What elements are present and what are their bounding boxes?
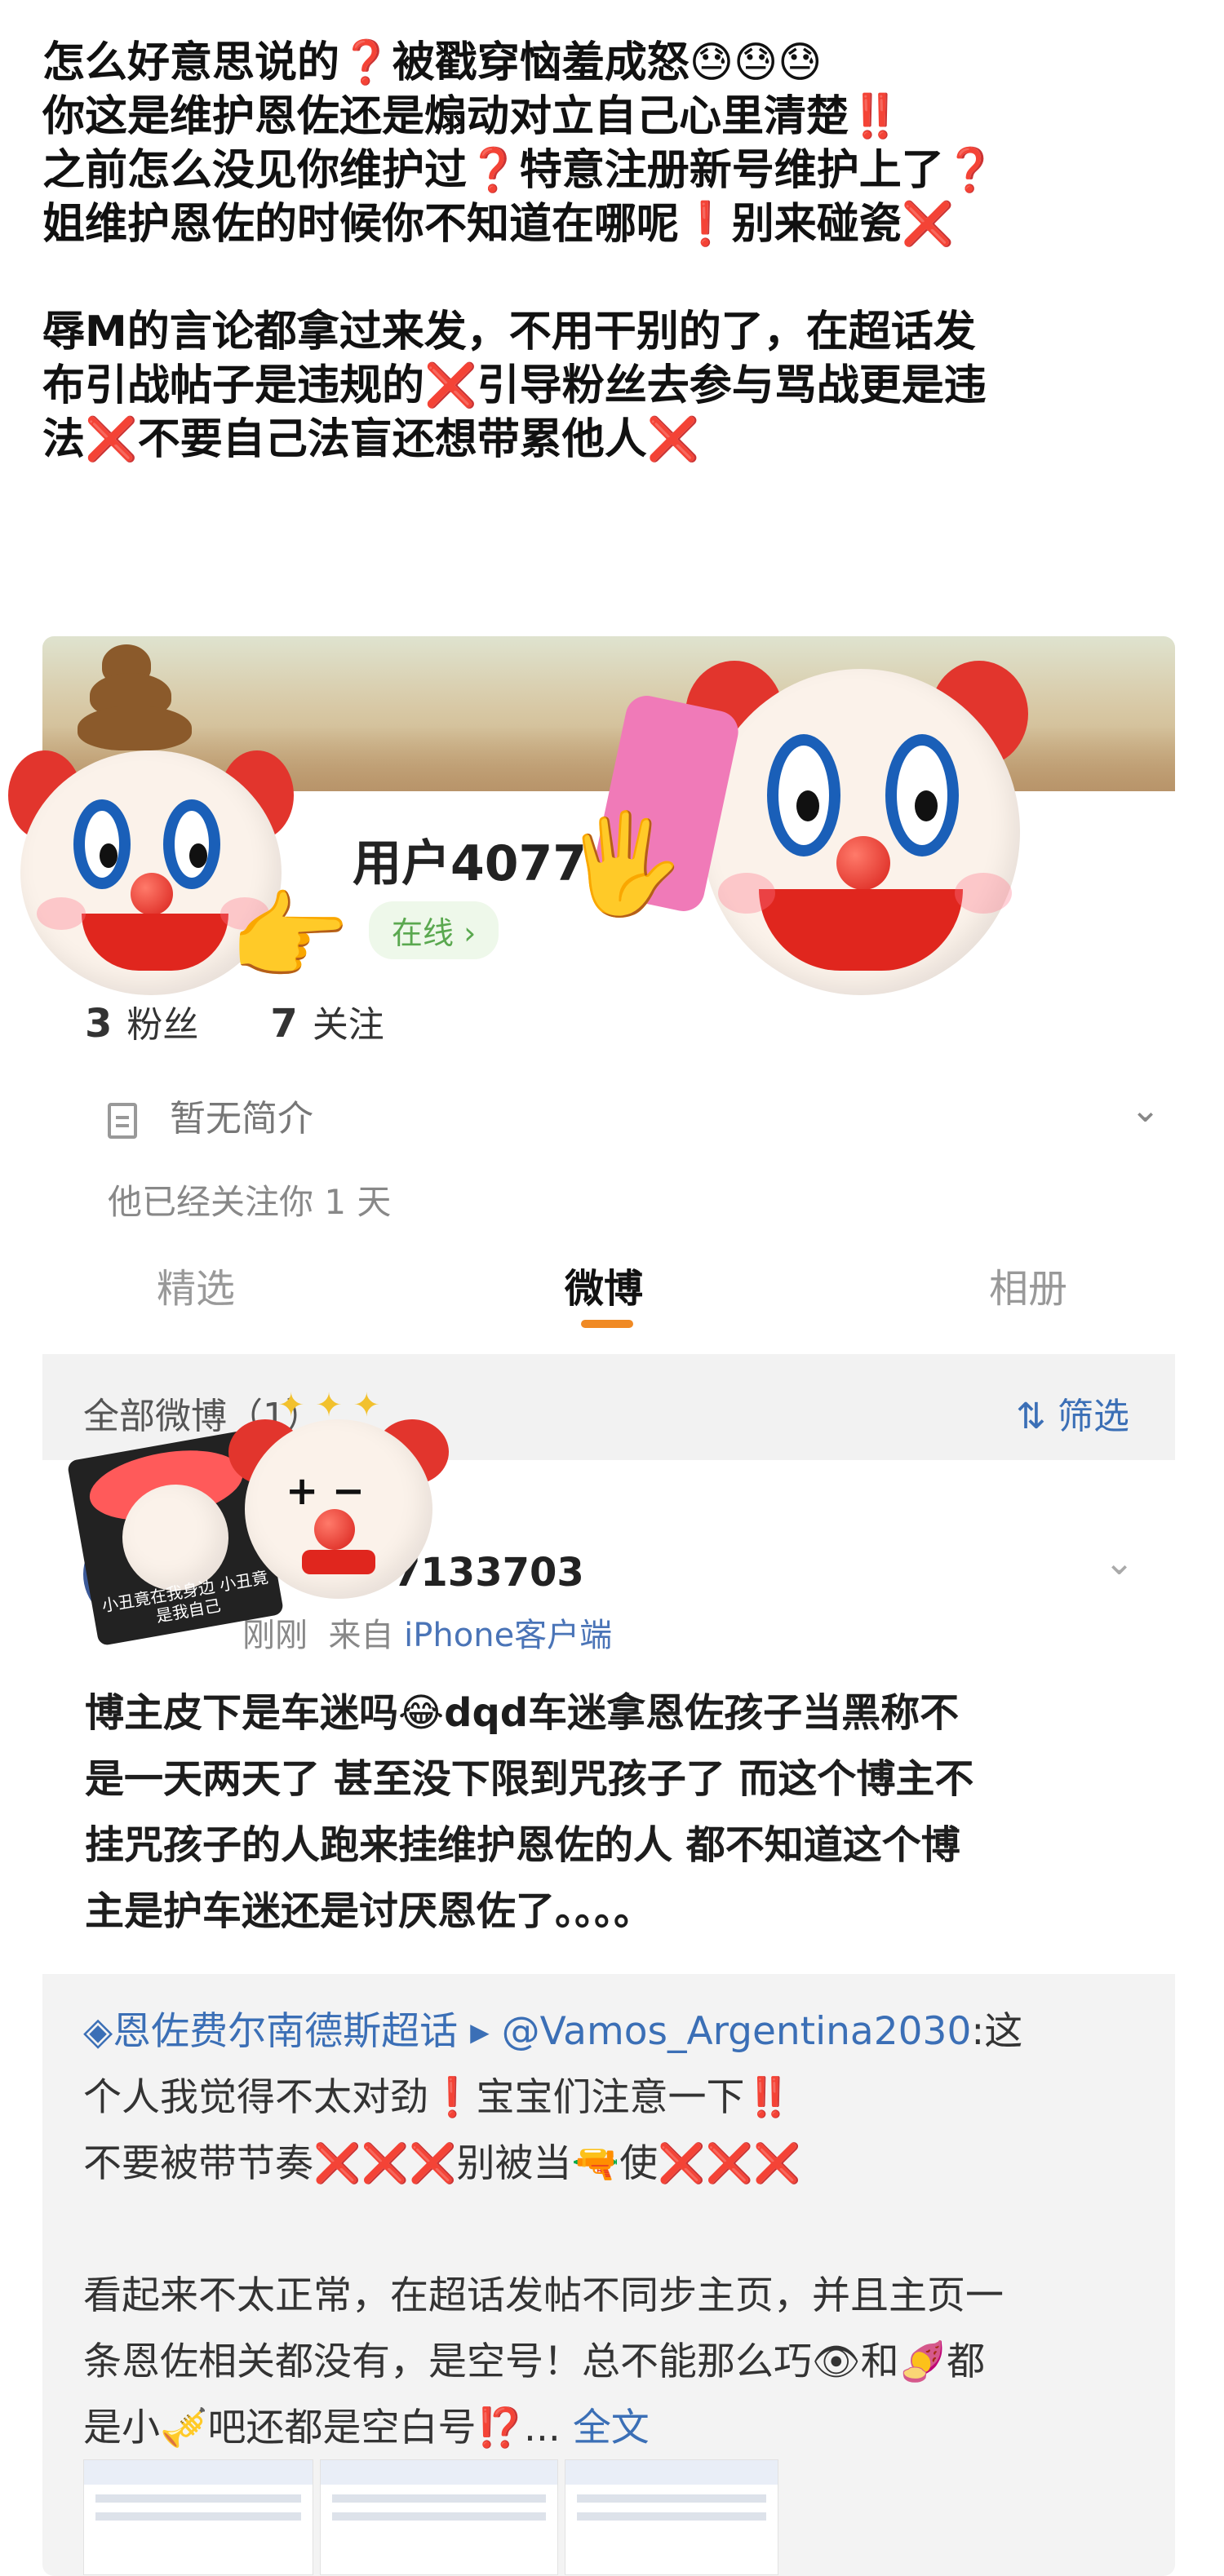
caption-line-3: 之前怎么没见你维护过❓特意注册新号维护上了❓ [42,146,997,195]
post-meta: 刚刚 来自 iPhone客户端 [242,1609,612,1656]
pointing-hand-icon: 👉 [228,881,351,994]
bio-row[interactable]: 暂无简介 ⌄ [108,1089,1160,1141]
caption-line-6: 布引战帖子是违规的❌引导粉丝去参与骂战更是违 [42,361,987,410]
repost-text: ◈恩佐费尔南德斯超话 ▸ @Vamos_Argentina2030:这 个人我觉… [83,1998,1144,2461]
repost-line-2: 个人我觉得不太对劲❗宝宝们注意一下‼️ [83,2075,793,2120]
profile-tabs: 精选 微博 相册 [42,1256,1175,1330]
repost-line-3: 不要被带节奏❌❌❌别被当🔫使❌❌❌ [83,2141,801,2186]
document-icon [108,1103,137,1139]
thumbnail-image[interactable] [320,2459,558,2575]
post-source[interactable]: iPhone客户端 [404,1617,612,1654]
repost-line-5: 条恩佐相关都没有，是空号！总不能那么巧👁和🍠都 [83,2339,986,2384]
caption-line-4: 姐维护恩佐的时候你不知道在哪呢❗别来碰瓷❌ [42,200,955,249]
thumbnail-image[interactable] [83,2459,313,2575]
dizzy-clown-sticker: + − ✦ ✦ ✦ [228,1387,457,1607]
supertopic-link[interactable]: 恩佐费尔南德斯超话 [113,2009,458,2054]
online-status-button[interactable]: 在线 › [369,901,499,959]
caption-line-1: 怎么好意思说的❓被戳穿恼羞成怒😓😓😓 [42,38,823,87]
post-from-prefix: 来自 [328,1617,394,1654]
chevron-down-icon[interactable]: ⌄ [1104,1542,1134,1583]
post-line-1: 博主皮下是车迷吗😂dqd车迷拿恩佐孩子当黑称不 [85,1690,960,1736]
repost-line-6: 是小🎺吧还都是空白号⁉️... 全文 [83,2406,650,2450]
waving-hand-icon: 🖐 [563,808,685,921]
active-tab-indicator [581,1320,633,1328]
tab-featured[interactable]: 精选 [157,1256,235,1313]
profile-username: 用户4077 [353,835,587,892]
mention-link[interactable]: @Vamos_Argentina2030 [502,2009,972,2054]
supertopic-icon: ◈ [83,2009,113,2054]
caption-text: 怎么好意思说的❓被戳穿恼羞成怒😓😓😓 你这是维护恩佐还是煽动对立自己心里清楚‼️… [42,36,1193,467]
tab-album[interactable]: 相册 [989,1256,1067,1313]
caption-line-5: 辱M的言论都拿过来发，不用干别的了，在超话发 [42,308,976,356]
post-time: 刚刚 [242,1617,308,1654]
caption-gap [42,251,1193,305]
post-line-2: 是一天两天了 甚至没下限到咒孩子了 而这个博主不 [85,1756,974,1802]
bio-text: 暂无简介 [170,1098,313,1140]
thumbnail-image[interactable] [565,2459,778,2575]
repost-line-4: 看起来不太正常，在超话发帖不同步主页，并且主页一 [83,2273,1004,2318]
full-text-link[interactable]: 全文 [573,2406,650,2450]
post-body: 博主皮下是车迷吗😂dqd车迷拿恩佐孩子当黑称不 是一天两天了 甚至没下限到咒孩子… [85,1680,1154,1945]
filter-icon: ⇅ [1016,1396,1058,1437]
reposted-content[interactable]: ◈恩佐费尔南德斯超话 ▸ @Vamos_Argentina2030:这 个人我觉… [42,1974,1175,2576]
follow-duration-note: 他已经关注你 1 天 [108,1182,392,1222]
chevron-down-icon[interactable]: ⌄ [1130,1089,1160,1131]
post-line-3: 挂咒孩子的人跑来挂维护恩佐的人 都不知道这个博 [85,1822,960,1868]
clown-sticker-right [669,653,1061,1011]
caption-line-7: 法❌不要自己法盲还想带累他人❌ [42,415,700,464]
repost-image-thumbnails [83,2459,1128,2575]
tab-weibo[interactable]: 微博 [565,1256,643,1313]
repost-line-1: ◈恩佐费尔南德斯超话 ▸ @Vamos_Argentina2030:这 [83,2009,1023,2054]
post-line-4: 主是护车迷还是讨厌恩佐了。。。。 [85,1888,654,1934]
filter-button[interactable]: ⇅ 筛选 [1016,1387,1129,1439]
caption-line-2: 你这是维护恩佐还是煽动对立自己心里清楚‼️ [42,92,902,141]
poop-sticker [78,636,200,750]
